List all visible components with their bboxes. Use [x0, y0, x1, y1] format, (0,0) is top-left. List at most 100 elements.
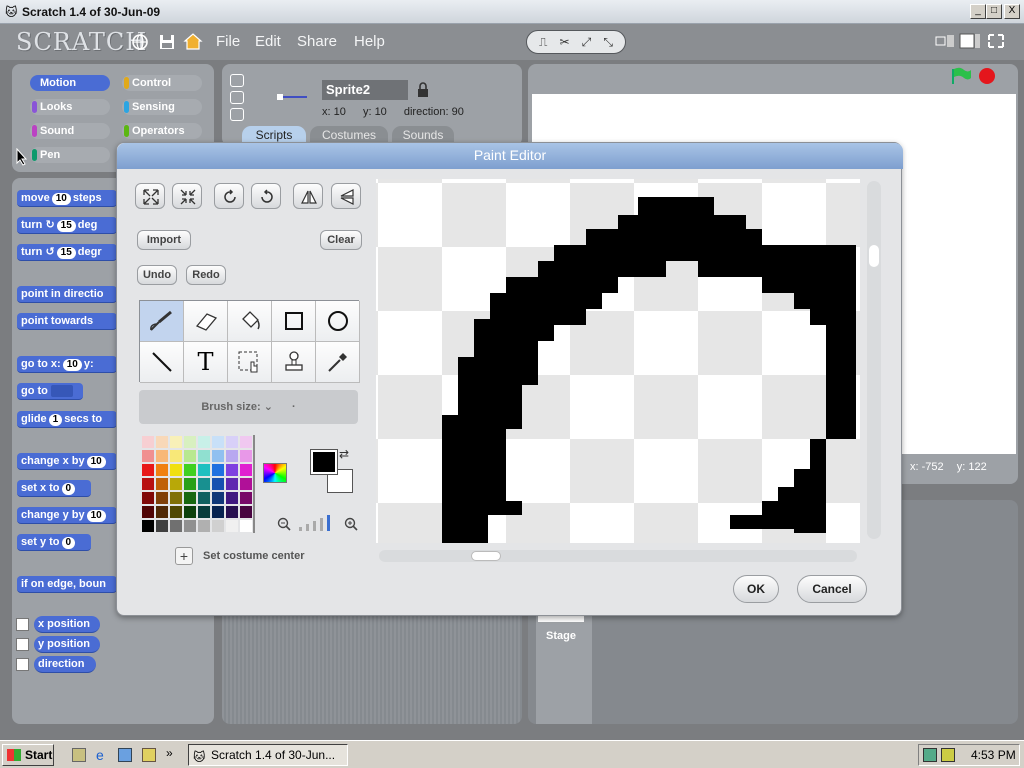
close-button[interactable]: X — [1004, 4, 1020, 19]
block-if-on-edge-bounce[interactable]: if on edge, boun — [17, 576, 117, 593]
select-tool[interactable] — [228, 342, 272, 383]
clear-button[interactable]: Clear — [320, 230, 362, 250]
ok-button[interactable]: OK — [733, 575, 779, 603]
volume-tray-icon[interactable] — [941, 748, 955, 762]
foreground-color-swatch[interactable] — [310, 449, 338, 475]
rotation-left-right-icon[interactable] — [230, 91, 244, 104]
canvas-horizontal-scrollbar[interactable] — [379, 550, 857, 562]
normal-stage-icon[interactable] — [958, 32, 982, 50]
shrink-costume-button[interactable] — [172, 183, 202, 209]
block-point-in-direction[interactable]: point in directio — [17, 286, 117, 303]
globe-language-icon[interactable] — [130, 32, 150, 52]
set-costume-center-label[interactable]: Set costume center — [203, 550, 304, 562]
small-stage-icon[interactable] — [934, 32, 956, 50]
taskbar-scratch-window[interactable]: 🐱 Scratch 1.4 of 30-Jun... — [188, 744, 348, 766]
block-direction[interactable]: direction — [34, 656, 96, 673]
paint-bucket-icon — [241, 311, 260, 330]
explorer-icon[interactable] — [142, 748, 156, 762]
lock-icon[interactable] — [417, 82, 429, 98]
block-y-position[interactable]: y position — [34, 636, 100, 653]
block-go-to-xy[interactable]: go to x: 10 y: — [17, 356, 117, 373]
category-pen[interactable]: Pen — [30, 147, 110, 163]
category-sound[interactable]: Sound — [30, 123, 110, 139]
eraser-tool[interactable] — [184, 301, 228, 342]
swap-colors-icon[interactable]: ⇄ — [339, 447, 349, 461]
block-x-position[interactable]: x position — [34, 616, 100, 633]
redo-button[interactable]: Redo — [186, 265, 226, 285]
grow-costume-button[interactable] — [135, 183, 165, 209]
menu-edit[interactable]: Edit — [255, 33, 281, 50]
ellipse-tool[interactable] — [316, 301, 360, 342]
rotate-ccw-button[interactable] — [214, 183, 244, 209]
color-palette[interactable] — [141, 435, 255, 533]
block-glide[interactable]: glide 1 secs to — [17, 411, 117, 428]
zoom-in-icon[interactable] — [344, 517, 358, 531]
menu-share[interactable]: Share — [297, 33, 337, 50]
stamp-tool[interactable] — [272, 342, 316, 383]
category-motion[interactable]: Motion — [30, 75, 110, 91]
import-button[interactable]: Import — [137, 230, 191, 250]
rectangle-tool[interactable] — [272, 301, 316, 342]
app-menubar: SCRATCH File Edit Share Help — [0, 24, 1024, 60]
menu-help[interactable]: Help — [354, 33, 385, 50]
category-operators[interactable]: Operators — [122, 123, 202, 139]
block-go-to[interactable]: go to — [17, 383, 83, 400]
zoom-level-bars[interactable] — [297, 515, 337, 533]
block-change-y[interactable]: change y by 10 — [17, 507, 117, 524]
duplicate-stamp-icon[interactable]: ⎍ — [539, 35, 547, 50]
category-looks[interactable]: Looks — [30, 99, 110, 115]
sprite-name-field[interactable]: Sprite2 — [322, 80, 408, 100]
category-sensing[interactable]: Sensing — [122, 99, 202, 115]
quicklaunch-chevron-icon[interactable]: » — [166, 746, 173, 760]
menu-file[interactable]: File — [216, 33, 240, 50]
grow-icon[interactable]: ⤢ — [582, 35, 592, 50]
text-t-icon: T — [197, 348, 214, 376]
block-change-x[interactable]: change x by 10 — [17, 453, 117, 470]
save-disk-icon[interactable] — [157, 32, 177, 52]
fill-bucket-tool[interactable] — [228, 301, 272, 342]
line-icon — [151, 352, 172, 372]
delete-scissors-icon[interactable]: ✂ — [560, 35, 570, 49]
x-position-checkbox[interactable] — [16, 618, 29, 631]
y-position-checkbox[interactable] — [16, 638, 29, 651]
share-home-icon[interactable] — [182, 31, 204, 51]
paint-canvas[interactable] — [376, 179, 860, 543]
desktop-icon[interactable] — [72, 748, 86, 762]
line-tool[interactable] — [140, 342, 184, 383]
presentation-mode-icon[interactable] — [986, 32, 1006, 50]
canvas-vertical-scrollbar[interactable] — [867, 181, 881, 539]
block-set-x[interactable]: set x to 0 — [17, 480, 91, 497]
flip-vertical-button[interactable] — [331, 183, 361, 209]
rotation-none-icon[interactable] — [230, 108, 244, 121]
block-turn-right[interactable]: turn ↻ 15 deg — [17, 217, 117, 234]
direction-checkbox[interactable] — [16, 658, 29, 671]
brush-size-selector[interactable]: Brush size: ⌄ · — [139, 390, 358, 424]
eyedropper-tool[interactable] — [316, 342, 360, 383]
zoom-out-icon[interactable] — [277, 517, 291, 531]
ie-browser-icon[interactable]: e — [96, 747, 104, 763]
block-point-towards[interactable]: point towards — [17, 313, 117, 330]
paintbrush-tool[interactable] — [140, 301, 184, 342]
rotate-cw-button[interactable] — [251, 183, 281, 209]
color-spectrum-button[interactable] — [263, 463, 287, 483]
undo-button[interactable]: Undo — [137, 265, 177, 285]
system-tray: 4:53 PM — [918, 744, 1020, 766]
start-button[interactable]: Start — [2, 744, 54, 766]
stop-sign-icon[interactable] — [978, 67, 996, 85]
flip-horizontal-button[interactable] — [293, 183, 323, 209]
shrink-icon[interactable]: ⤡ — [603, 35, 613, 50]
block-move[interactable]: move 10 steps — [17, 190, 117, 207]
rotation-all-around-icon[interactable] — [230, 74, 244, 87]
maximize-button[interactable]: □ — [986, 4, 1002, 19]
outlook-icon[interactable] — [118, 748, 132, 762]
set-center-plus-icon[interactable]: + — [175, 547, 193, 565]
block-turn-left[interactable]: turn ↺ 15 degr — [17, 244, 117, 261]
text-tool[interactable]: T — [184, 342, 228, 383]
cancel-button[interactable]: Cancel — [797, 575, 867, 603]
minimize-button[interactable]: _ — [970, 4, 986, 19]
sprite-coords: x: 10 y: 10 direction: 90 — [322, 106, 464, 118]
block-set-y[interactable]: set y to 0 — [17, 534, 91, 551]
network-tray-icon[interactable] — [923, 748, 937, 762]
category-control[interactable]: Control — [122, 75, 202, 91]
green-flag-icon[interactable] — [950, 67, 972, 85]
